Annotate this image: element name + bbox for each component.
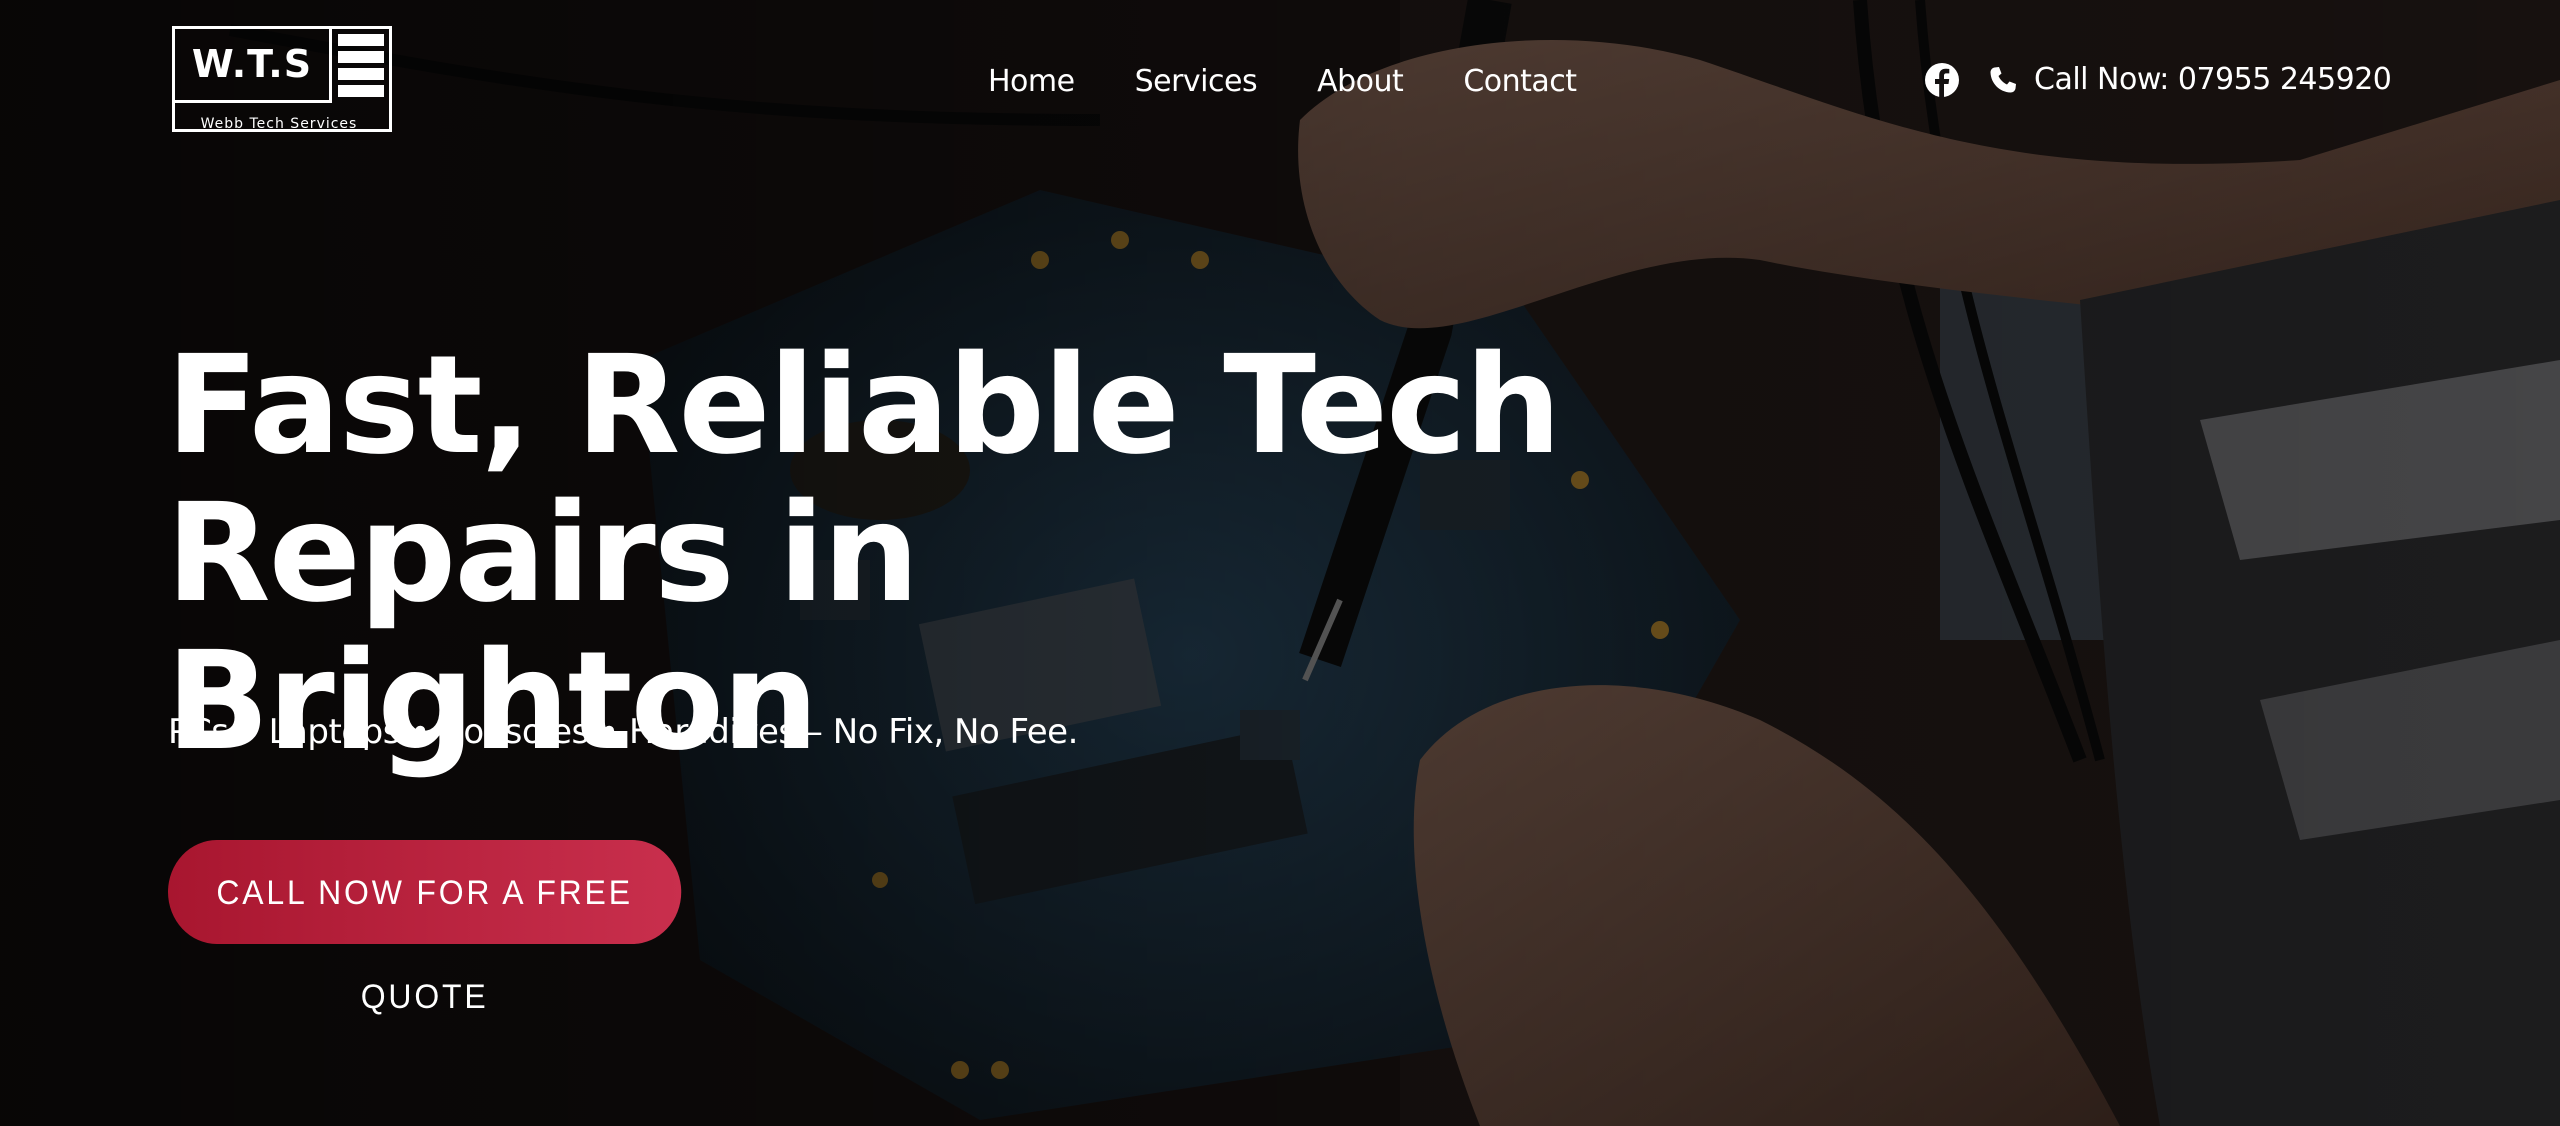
site-logo[interactable]: W.T.S Webb Tech Services: [172, 26, 396, 138]
nav-item-home[interactable]: Home: [988, 62, 1075, 102]
hero-section: W.T.S Webb Tech Services Home Services A…: [0, 0, 2560, 1126]
logo-text: W.T.S: [175, 29, 332, 103]
call-now-quote-button[interactable]: CALL NOW FOR A FREE QUOTE: [168, 840, 682, 1016]
main-nav: Home Services About Contact: [988, 62, 1637, 102]
call-now-link[interactable]: Call Now: 07955 245920: [2034, 60, 2392, 100]
hero-headline-line1: Fast, Reliable Tech: [166, 327, 1562, 485]
phone-icon: [1990, 67, 2016, 93]
logo-subtext: Webb Tech Services: [200, 116, 358, 132]
hero-tagline: PCs • Laptops • Consoles • Harddives – N…: [168, 712, 1078, 752]
logo-bars: [338, 34, 384, 102]
header-contact: Call Now: 07955 245920: [1924, 60, 2392, 100]
nav-item-contact[interactable]: Contact: [1463, 62, 1577, 102]
facebook-icon[interactable]: [1924, 62, 1960, 98]
nav-item-services[interactable]: Services: [1135, 62, 1258, 102]
nav-item-about[interactable]: About: [1317, 62, 1404, 102]
